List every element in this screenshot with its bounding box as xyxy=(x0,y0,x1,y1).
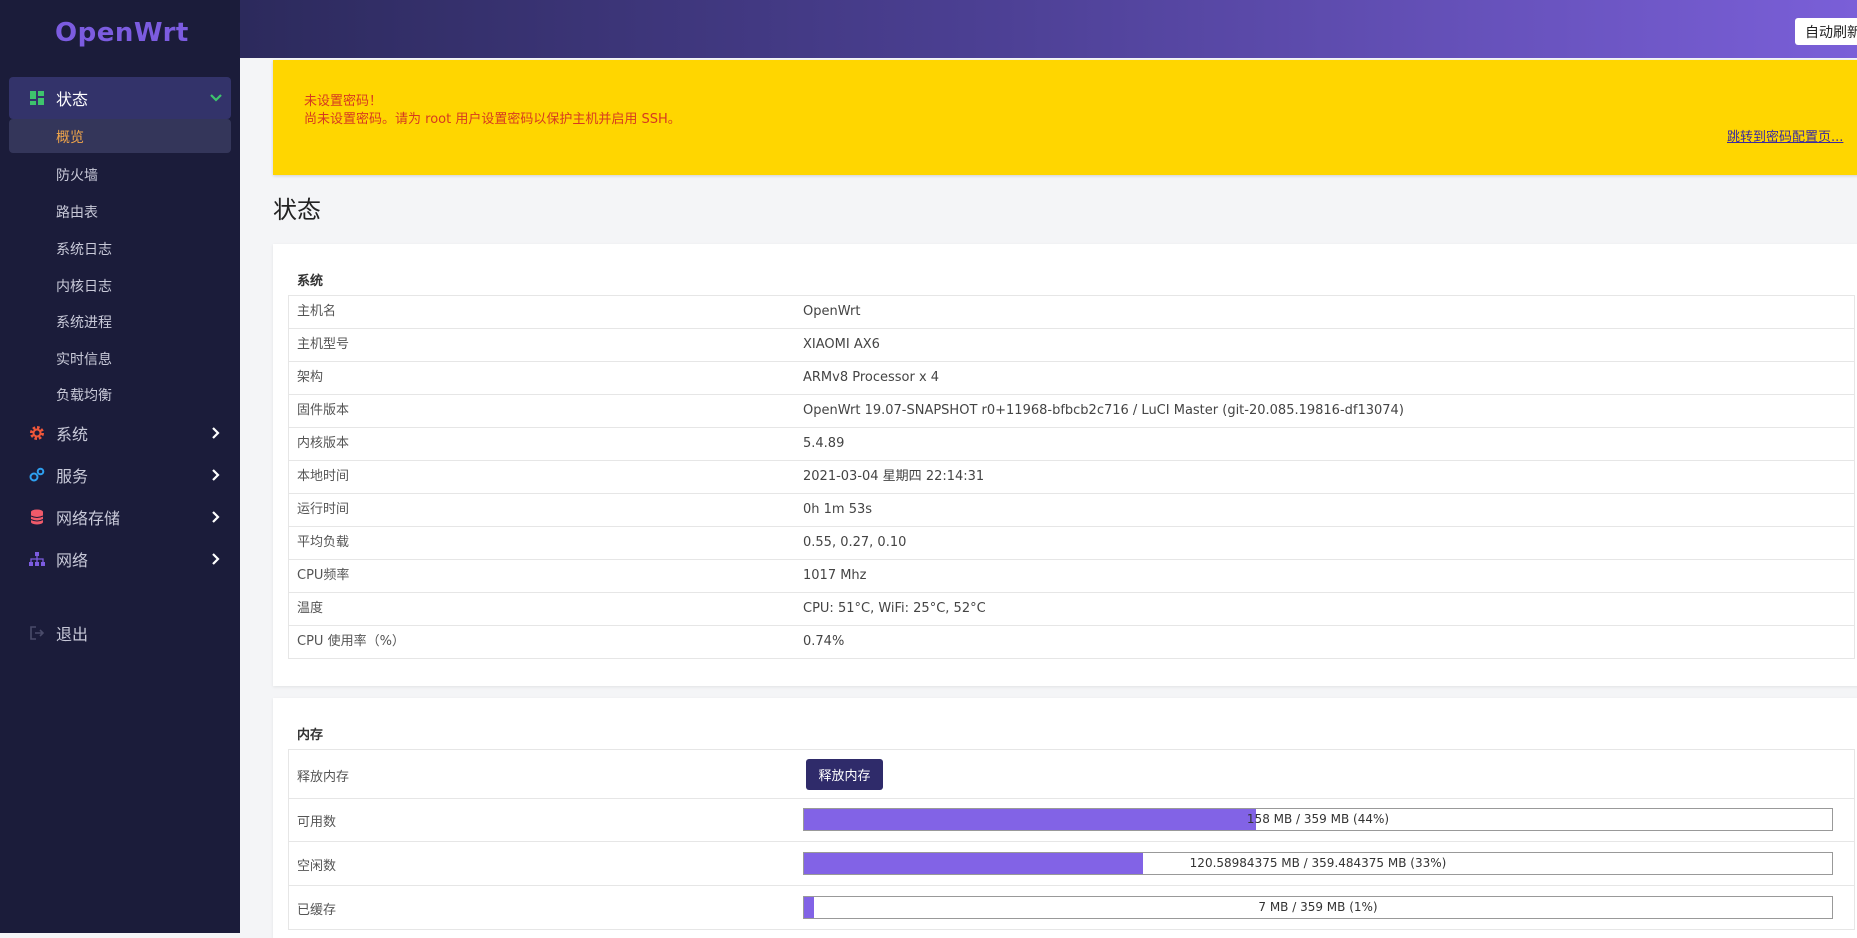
system-card-title: 系统 xyxy=(297,274,324,289)
menu-logout-label: 退出 xyxy=(56,625,89,644)
dashboard-icon xyxy=(28,89,46,107)
chevron-down-icon xyxy=(209,91,223,105)
menu-services-label: 服务 xyxy=(56,467,89,486)
row-key: 空闲数 xyxy=(297,859,337,874)
cogs-icon xyxy=(28,466,46,484)
row-value: 1017 Mhz xyxy=(803,568,867,583)
row-value: CPU: 51°C, WiFi: 25°C, 52°C xyxy=(803,601,986,616)
auto-refresh-button[interactable]: 自动刷新 xyxy=(1795,18,1857,45)
system-table: 主机名 OpenWrt 主机型号 XIAOMI AX6 架构 ARMv8 Proces… xyxy=(288,295,1855,659)
row-value: OpenWrt xyxy=(803,304,861,319)
chevron-right-icon xyxy=(209,510,223,524)
logo[interactable]: OpenWrt xyxy=(55,18,189,48)
sitemap-icon xyxy=(28,550,46,568)
memory-free-bar: 120.58984375 MB / 359.484375 MB (33%) xyxy=(803,852,1833,875)
free-memory-button[interactable]: 释放内存 xyxy=(806,759,883,790)
system-card: 系统 主机名 OpenWrt 主机型号 XIAOMI AX6 架构 ARMv8 Pro… xyxy=(273,244,1857,686)
table-row: 释放内存 释放内存 xyxy=(289,750,1854,799)
row-value: 0.55, 0.27, 0.10 xyxy=(803,535,907,550)
table-row: 内核版本 5.4.89 xyxy=(289,428,1854,461)
menu-system[interactable]: 系统 xyxy=(0,412,240,454)
chevron-right-icon xyxy=(209,426,223,440)
menu-nas[interactable]: 网络存储 xyxy=(0,496,240,538)
memory-available-bar: 158 MB / 359 MB (44%) xyxy=(803,808,1833,831)
memory-table: 释放内存 释放内存 可用数 158 MB / 359 MB (44%) 空闲数 … xyxy=(288,749,1855,930)
row-key: CPU 使用率（%） xyxy=(297,634,405,649)
chevron-right-icon xyxy=(209,468,223,482)
row-key: 已缓存 xyxy=(297,903,337,918)
row-key: 平均负载 xyxy=(297,535,350,550)
menu-nas-label: 网络存储 xyxy=(56,509,121,528)
row-value: 2021-03-04 星期四 22:14:31 xyxy=(803,469,985,484)
row-key: 释放内存 xyxy=(297,770,350,785)
sidebar-item-kernel-log[interactable]: 内核日志 xyxy=(56,276,112,296)
gear-icon xyxy=(28,424,46,442)
row-value: ARMv8 Processor x 4 xyxy=(803,370,940,385)
alert-message: 尚未设置密码。请为 root 用户设置密码以保护主机并启用 SSH。 xyxy=(304,112,681,127)
row-key: 主机名 xyxy=(297,304,337,319)
table-row: CPU频率 1017 Mhz xyxy=(289,560,1854,593)
sidebar: OpenWrt 状态 概览 防火墙 路由表 系统日志 内核日志 系统进程 实时信… xyxy=(0,0,240,933)
menu-status-label: 状态 xyxy=(56,90,89,109)
row-key: 架构 xyxy=(297,370,324,385)
menu-services[interactable]: 服务 xyxy=(0,454,240,496)
password-config-link[interactable]: 跳转到密码配置页... xyxy=(1727,126,1843,145)
memory-card-title: 内存 xyxy=(297,728,324,743)
menu-network[interactable]: 网络 xyxy=(0,538,240,580)
menu-system-label: 系统 xyxy=(56,425,89,444)
memory-cached-bar: 7 MB / 359 MB (1%) xyxy=(803,896,1833,919)
chevron-right-icon xyxy=(209,552,223,566)
table-row: 可用数 158 MB / 359 MB (44%) xyxy=(289,799,1854,842)
table-row: 运行时间 0h 1m 53s xyxy=(289,494,1854,527)
table-row: 架构 ARMv8 Processor x 4 xyxy=(289,362,1854,395)
row-key: 固件版本 xyxy=(297,403,350,418)
row-key: 运行时间 xyxy=(297,502,350,517)
row-key: 本地时间 xyxy=(297,469,350,484)
sidebar-item-label: 概览 xyxy=(56,130,84,146)
row-value: 0h 1m 53s xyxy=(803,502,873,517)
menu-logout[interactable]: 退出 xyxy=(0,612,240,654)
database-icon xyxy=(28,508,46,526)
sign-out-icon xyxy=(28,624,46,642)
alert-title: 未设置密码！ xyxy=(304,94,383,109)
sidebar-item-realtime[interactable]: 实时信息 xyxy=(56,349,112,369)
table-row: 本地时间 2021-03-04 星期四 22:14:31 xyxy=(289,461,1854,494)
sidebar-item-routes[interactable]: 路由表 xyxy=(56,202,98,222)
table-row: 已缓存 7 MB / 359 MB (1%) xyxy=(289,886,1854,930)
password-alert: 未设置密码！ 尚未设置密码。请为 root 用户设置密码以保护主机并启用 SSH… xyxy=(273,60,1857,175)
menu-network-label: 网络 xyxy=(56,551,89,570)
row-value: XIAOMI AX6 xyxy=(803,337,880,352)
sidebar-item-processes[interactable]: 系统进程 xyxy=(56,312,112,332)
table-row: CPU 使用率（%） 0.74% xyxy=(289,626,1854,659)
row-value: 5.4.89 xyxy=(803,436,845,451)
table-row: 平均负载 0.55, 0.27, 0.10 xyxy=(289,527,1854,560)
sidebar-item-load-balance[interactable]: 负载均衡 xyxy=(56,385,112,405)
table-row: 温度 CPU: 51°C, WiFi: 25°C, 52°C xyxy=(289,593,1854,626)
table-row: 主机名 OpenWrt xyxy=(289,296,1854,329)
row-key: 内核版本 xyxy=(297,436,350,451)
header-bar xyxy=(240,0,1857,58)
row-key: CPU频率 xyxy=(297,568,350,583)
row-key: 主机型号 xyxy=(297,337,350,352)
table-row: 固件版本 OpenWrt 19.07-SNAPSHOT r0+11968-bfbc… xyxy=(289,395,1854,428)
sidebar-item-firewall[interactable]: 防火墙 xyxy=(56,165,98,185)
page-title: 状态 xyxy=(273,196,321,224)
table-row: 空闲数 120.58984375 MB / 359.484375 MB (33%… xyxy=(289,842,1854,886)
row-key: 可用数 xyxy=(297,815,337,830)
sidebar-item-overview[interactable]: 概览 xyxy=(9,119,231,153)
bar-text: 7 MB / 359 MB (1%) xyxy=(1258,900,1378,914)
row-key: 温度 xyxy=(297,601,324,616)
sidebar-item-syslog[interactable]: 系统日志 xyxy=(56,239,112,259)
table-row: 主机型号 XIAOMI AX6 xyxy=(289,329,1854,362)
row-value: 0.74% xyxy=(803,634,845,649)
bar-text: 120.58984375 MB / 359.484375 MB (33%) xyxy=(1189,856,1447,870)
bar-text: 158 MB / 359 MB (44%) xyxy=(1246,812,1390,826)
row-value: OpenWrt 19.07-SNAPSHOT r0+11968-bfbcb2c7… xyxy=(803,403,1404,418)
menu-status[interactable]: 状态 xyxy=(9,77,231,119)
memory-card: 内存 释放内存 释放内存 可用数 158 MB / 359 MB (44%) 空… xyxy=(273,698,1857,938)
